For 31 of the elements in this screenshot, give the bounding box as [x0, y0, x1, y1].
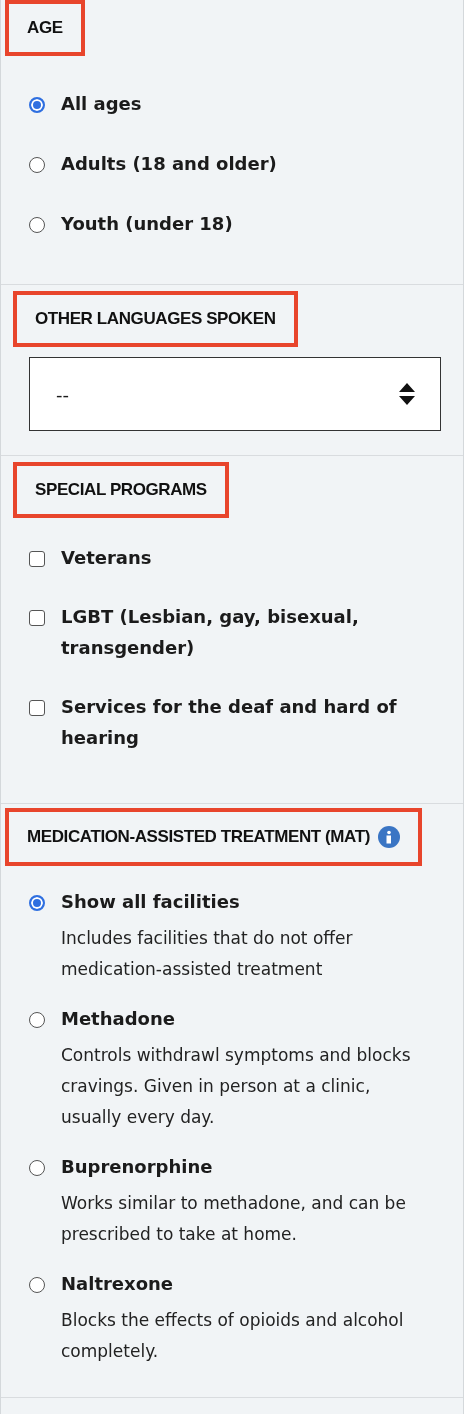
radio-button[interactable] [29, 217, 45, 233]
radio-button[interactable] [29, 1160, 45, 1176]
sort-arrows-icon [398, 382, 416, 406]
option-label: Veterans [61, 546, 153, 570]
section-heading: AGE [27, 18, 63, 38]
option-description: Works similar to methadone, and can be prescribed to take at home. [61, 1192, 407, 1246]
checkbox[interactable] [29, 551, 45, 567]
option-label: Show all facilities [61, 890, 241, 914]
option-label: Naltrexone [61, 1272, 175, 1296]
radio-button[interactable] [29, 1277, 45, 1293]
option-label: Services for the deaf and hard of hearing [61, 695, 398, 750]
option-description: Blocks the effects of opioids and alcohol completely. [61, 1309, 405, 1363]
option-label: Methadone [61, 1007, 176, 1031]
option-description: Controls withdrawl symptoms and blocks cravings. Given in person at a clinic, usually every day. [61, 1044, 412, 1129]
language-select[interactable]: -- [29, 357, 441, 431]
radio-button[interactable] [29, 97, 45, 113]
radio-button[interactable] [29, 157, 45, 173]
radio-button[interactable] [29, 895, 45, 911]
section-heading: SPECIAL PROGRAMS [35, 480, 207, 500]
option-label: Youth (under 18) [61, 212, 234, 236]
checkbox[interactable] [29, 700, 45, 716]
option-label: Adults (18 and older) [61, 152, 278, 176]
section-heading: OTHER LANGUAGES SPOKEN [35, 309, 276, 329]
option-label: Buprenorphine [61, 1155, 214, 1179]
option-label: LGBT (Lesbian, gay, bisexual, transgender) [61, 605, 360, 660]
option-label: All ages [61, 92, 143, 116]
section-heading: MEDICATION-ASSISTED TREATMENT (MAT) [27, 827, 370, 847]
info-icon[interactable] [377, 826, 400, 848]
checkbox[interactable] [29, 610, 45, 626]
radio-button[interactable] [29, 1012, 45, 1028]
option-description: Includes facilities that do not offer medication-assisted treatment [61, 927, 354, 981]
